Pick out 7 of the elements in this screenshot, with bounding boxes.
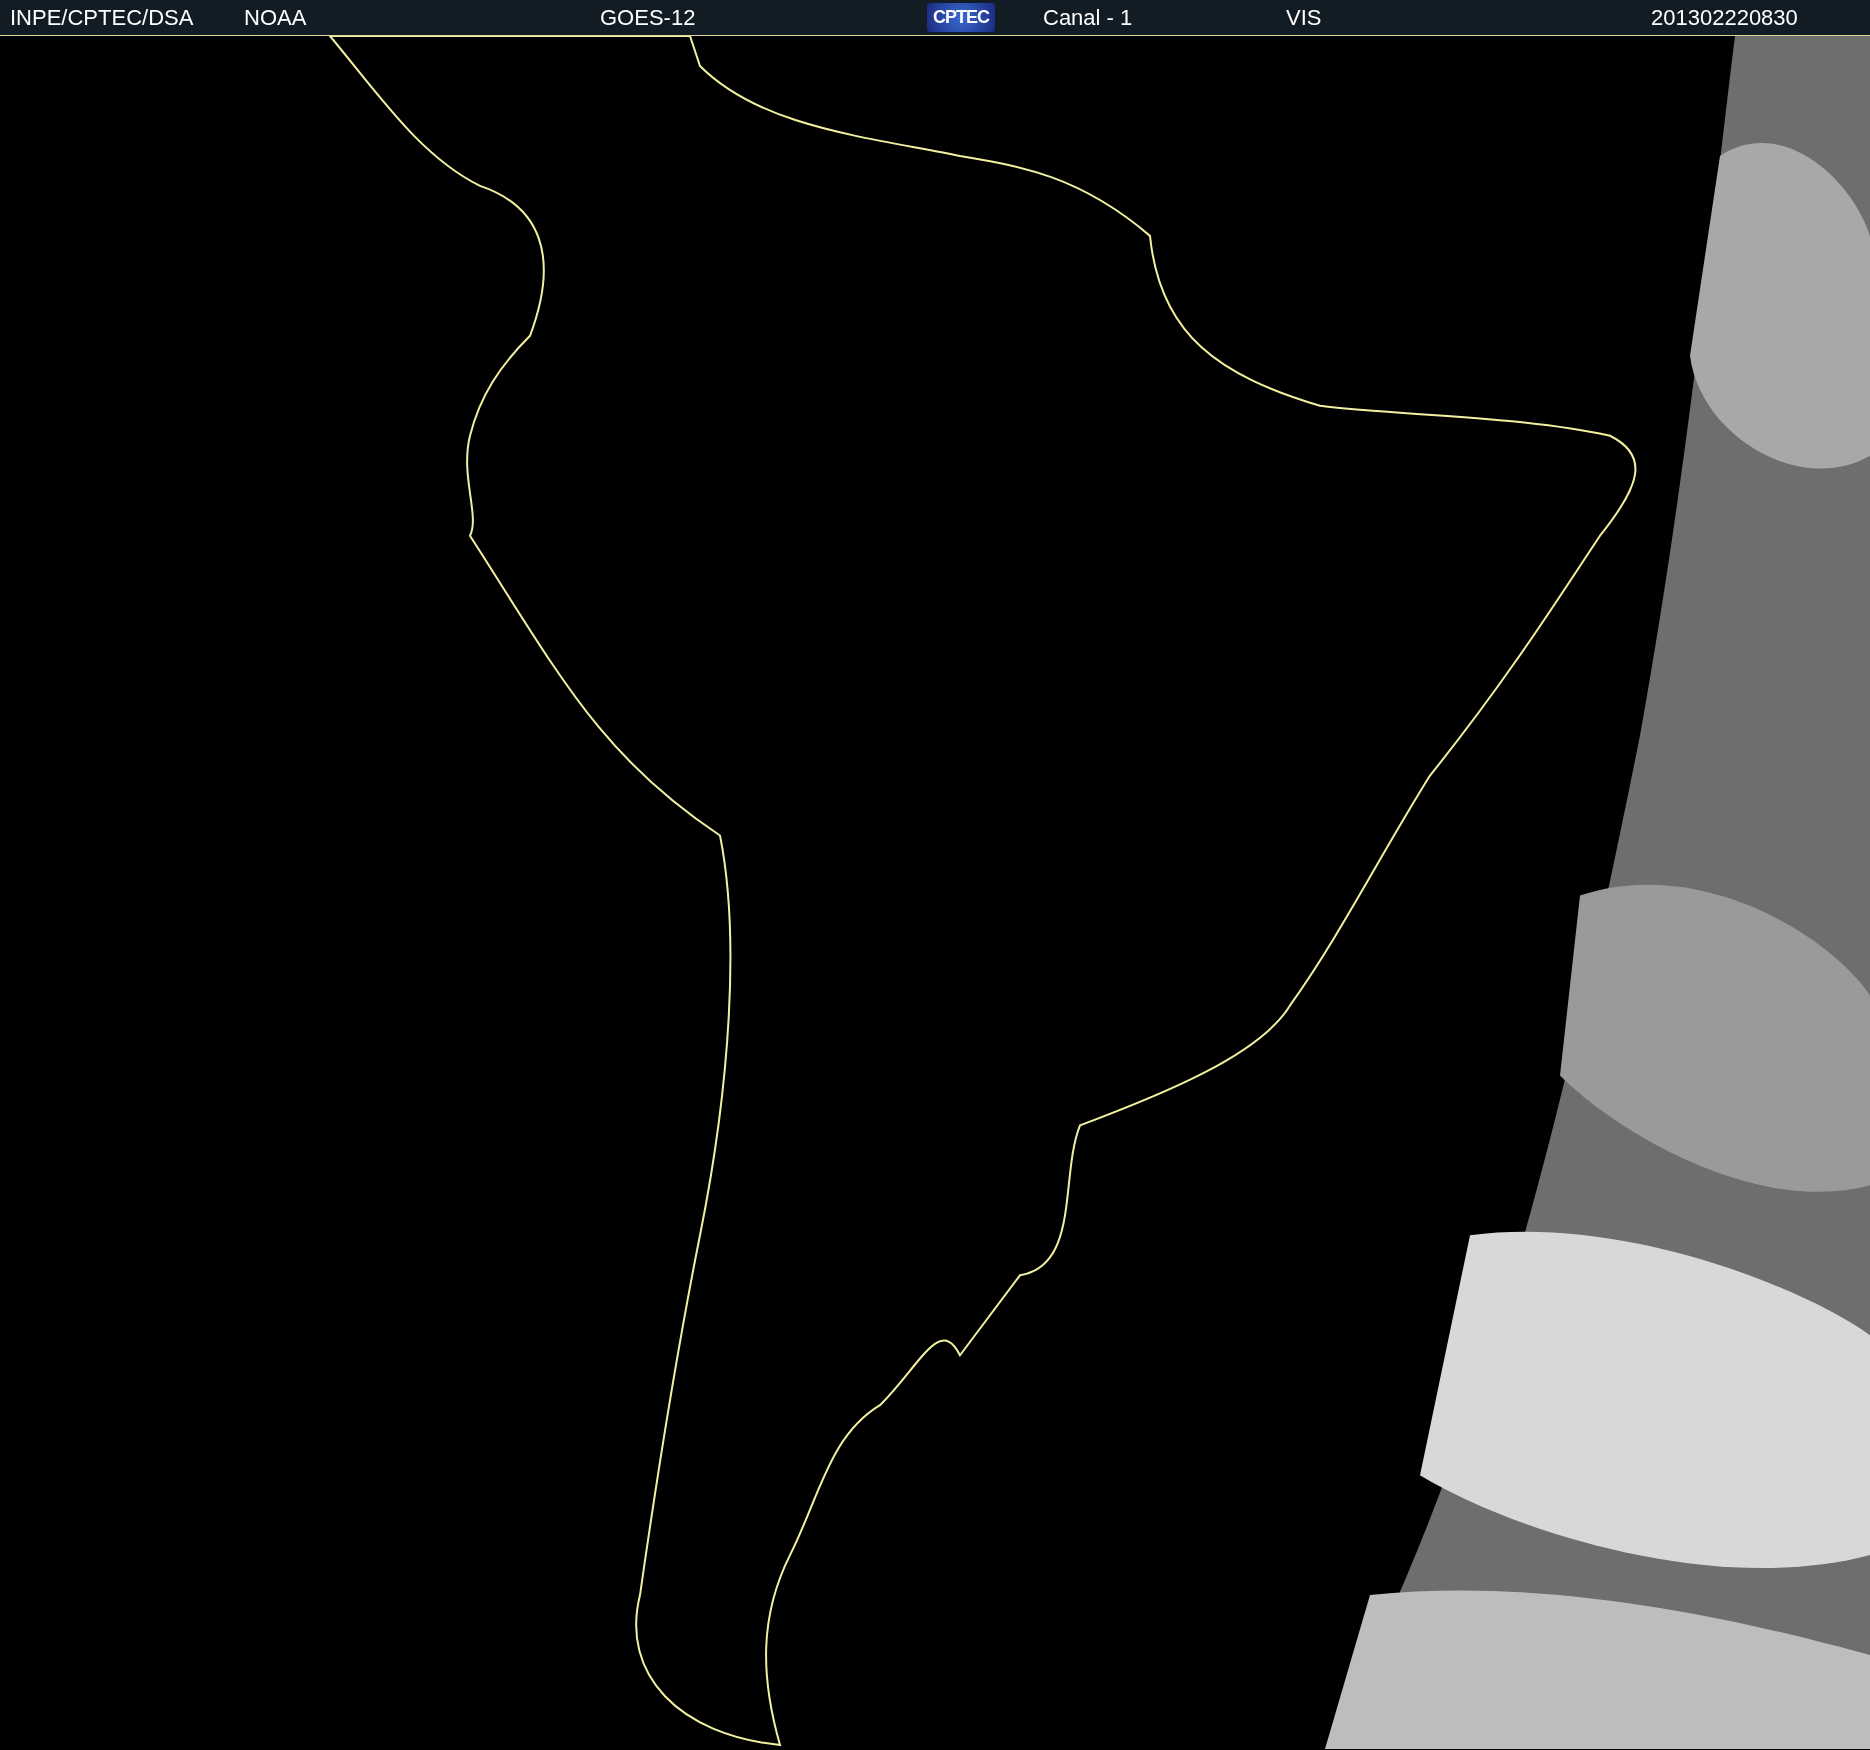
header-label: Canal - 1 <box>1043 4 1133 31</box>
logo-badge: CPTEC <box>927 3 995 32</box>
header-label: VIS <box>1286 4 1322 31</box>
header-label: GOES-12 <box>600 4 696 31</box>
header-label: NOAA <box>244 4 307 31</box>
header-label: INPE/CPTEC/DSA <box>10 4 194 31</box>
header-label: 201302220830 <box>1651 4 1798 31</box>
